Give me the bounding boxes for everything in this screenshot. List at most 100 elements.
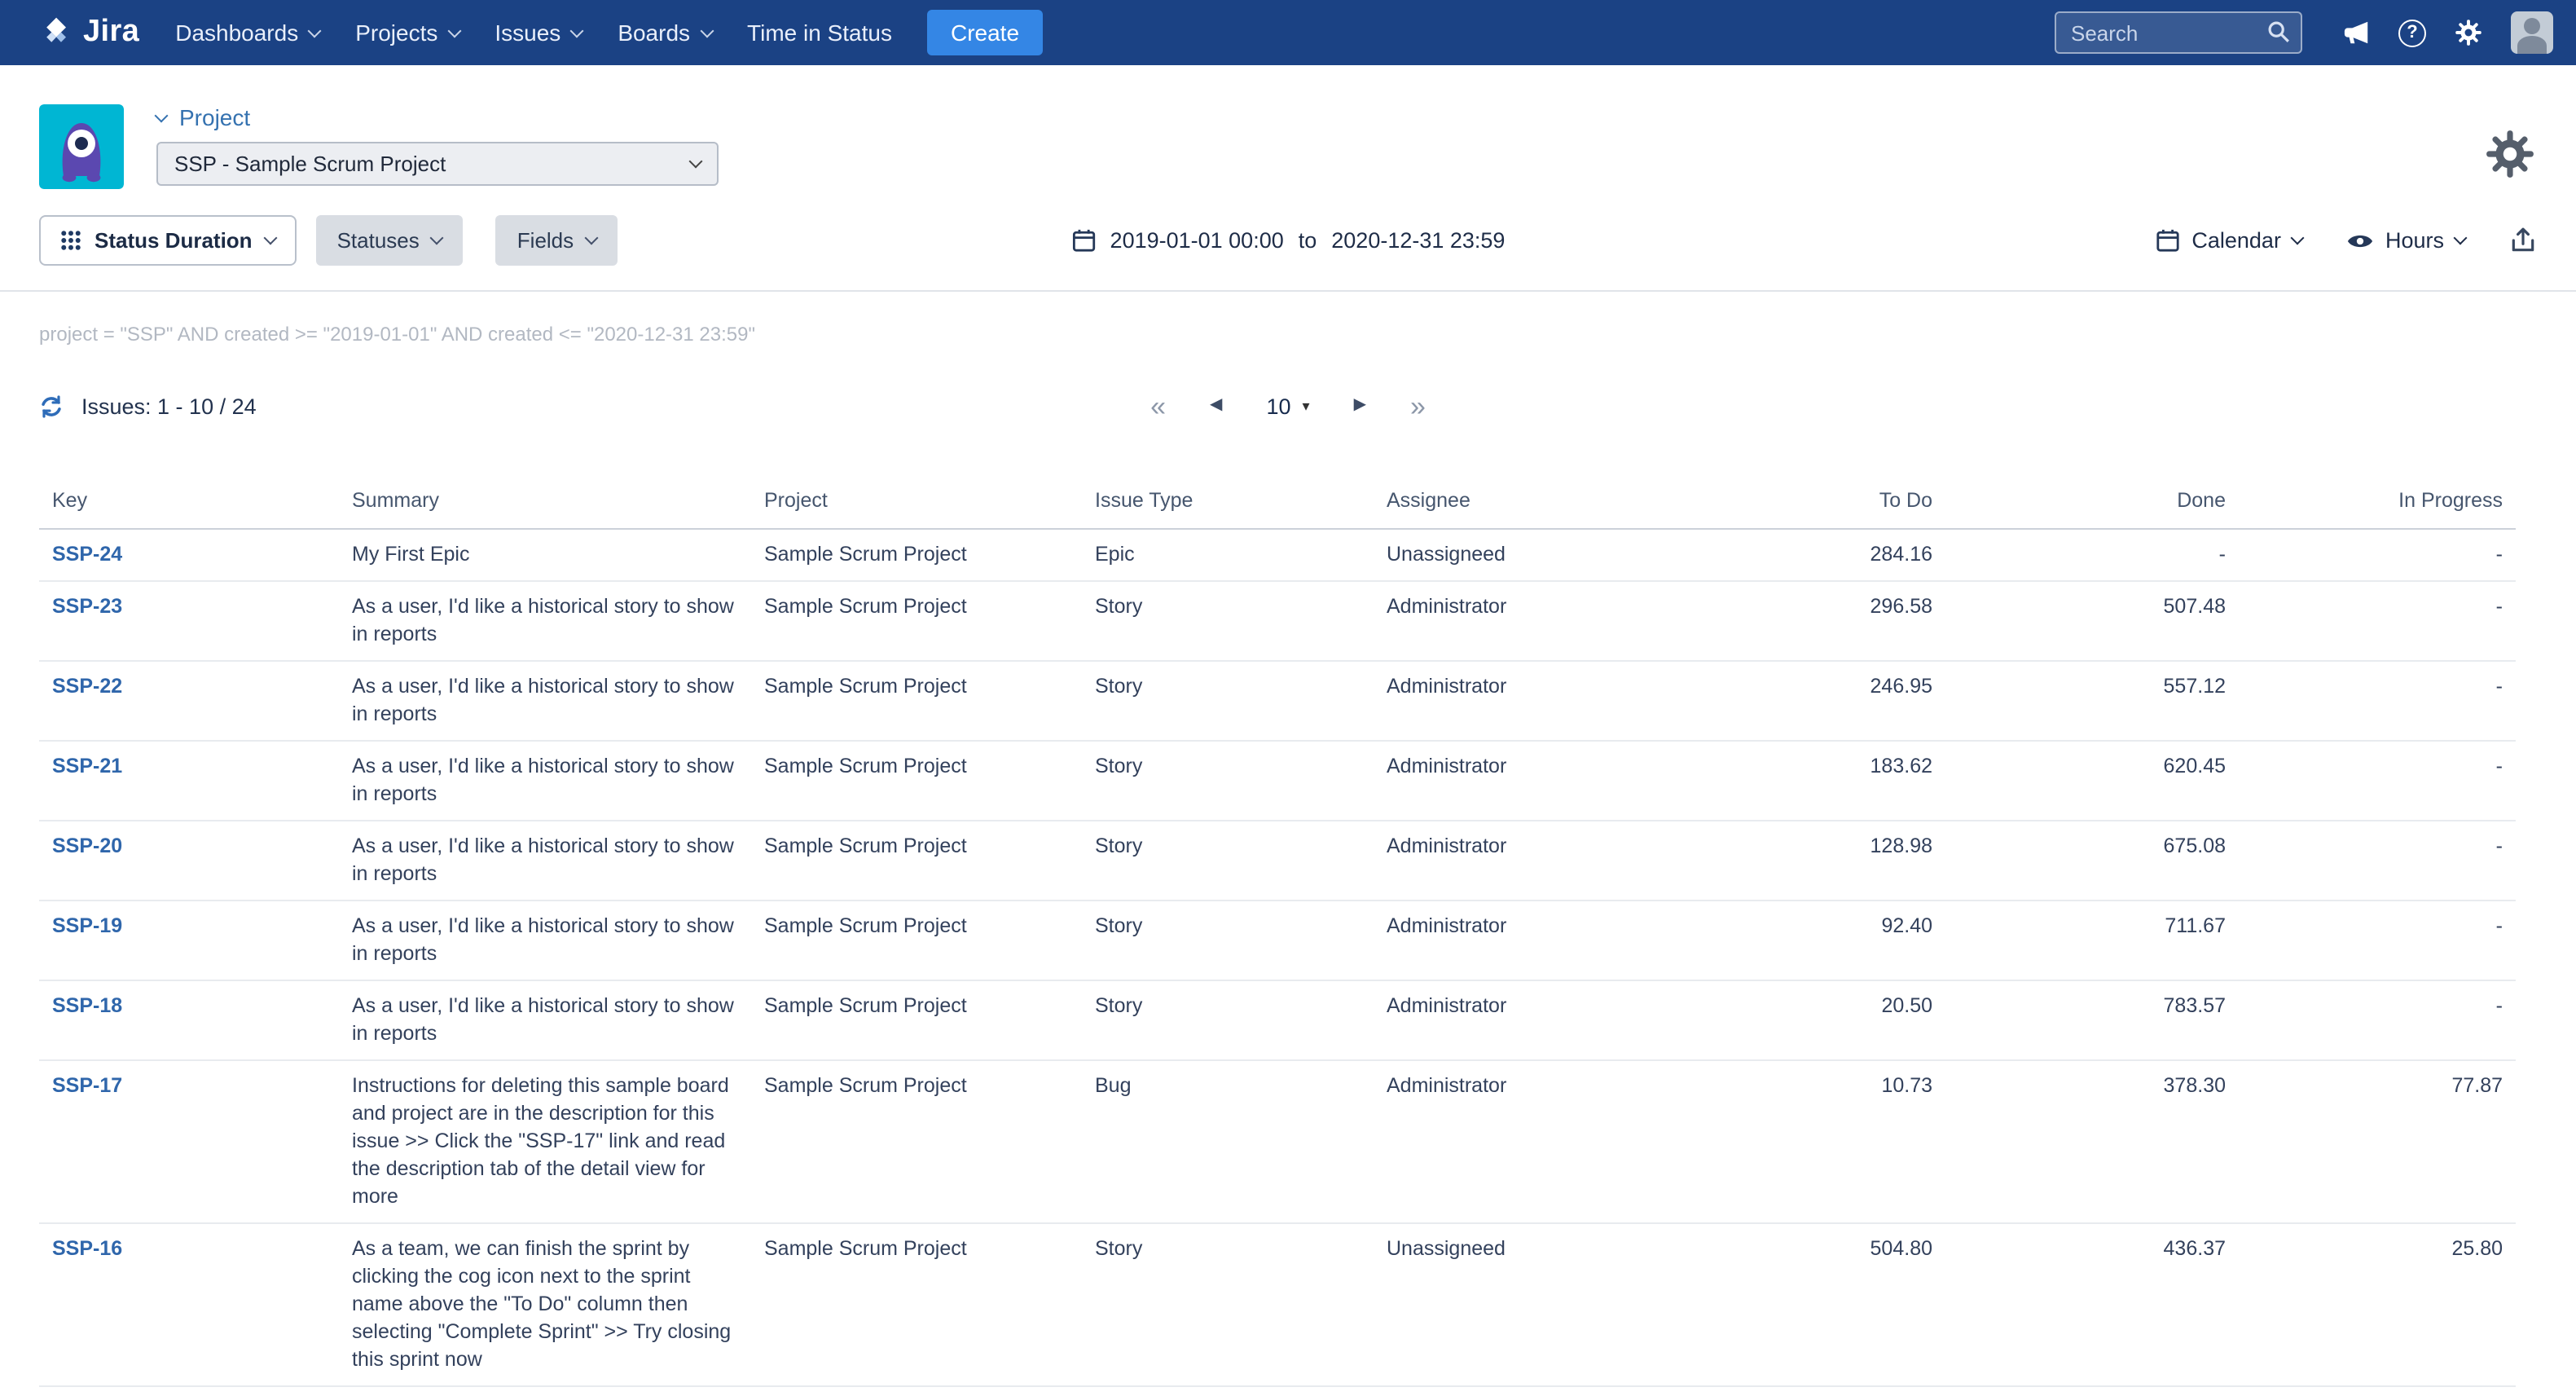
- cell-to-do: 128.98: [1685, 821, 1945, 901]
- cell-summary: As a user, I'd like a historical story t…: [339, 901, 751, 980]
- chevron-down-icon: [447, 24, 461, 37]
- project-header: Project SSP - Sample Scrum Project: [0, 65, 2576, 209]
- refresh-icon: [39, 394, 64, 418]
- hours-dropdown-label: Hours: [2385, 228, 2444, 253]
- project-select-value: SSP - Sample Scrum Project: [174, 152, 446, 176]
- cell-assignee: Unassigneed: [1374, 1223, 1685, 1386]
- project-section-label: Project: [179, 104, 250, 130]
- cell-summary: Instructions for deleting this sample bo…: [339, 1060, 751, 1223]
- cell-assignee: Administrator: [1374, 1060, 1685, 1223]
- issue-key-link[interactable]: SSP-17: [52, 1074, 122, 1097]
- results-bar: Issues: 1 - 10 / 24 « ◀ 10 ▾ ▶ »: [39, 381, 2537, 430]
- cell-assignee: Administrator: [1374, 980, 1685, 1060]
- cell-to-do: 284.16: [1685, 529, 1945, 581]
- cell-assignee: Administrator: [1374, 821, 1685, 901]
- cell-done: 436.37: [1945, 1223, 2239, 1386]
- date-separator: to: [1299, 228, 1317, 253]
- issue-key-link[interactable]: SSP-19: [52, 914, 122, 937]
- table-row: SSP-16 As a team, we can finish the spri…: [39, 1223, 2516, 1386]
- cell-to-do: 92.40: [1685, 901, 1945, 980]
- cell-issue-type: Story: [1082, 1223, 1374, 1386]
- cell-to-do: 504.80: [1685, 1223, 1945, 1386]
- fields-label: Fields: [517, 228, 574, 253]
- report-settings-gear-icon[interactable]: [2483, 127, 2537, 181]
- cell-summary: My First Epic: [339, 529, 751, 581]
- report-type-button[interactable]: Status Duration: [39, 215, 297, 266]
- issue-key-link[interactable]: SSP-21: [52, 755, 122, 777]
- table-row: SSP-19 As a user, I'd like a historical …: [39, 901, 2516, 980]
- nav-item-label: Projects: [355, 20, 437, 46]
- fields-button[interactable]: Fields: [496, 215, 618, 266]
- next-page-button[interactable]: ▶: [1354, 398, 1366, 414]
- jira-logo[interactable]: Jira: [39, 15, 139, 51]
- cell-summary: As a user, I'd like a historical story t…: [339, 661, 751, 741]
- issue-key-link[interactable]: SSP-16: [52, 1237, 122, 1260]
- date-range-picker[interactable]: 2019-01-01 00:00 to 2020-12-31 23:59: [1071, 228, 1506, 253]
- export-button[interactable]: [2509, 227, 2537, 254]
- column-header-assignee: Assignee: [1374, 473, 1685, 529]
- nav-item-projects[interactable]: Projects: [355, 20, 459, 46]
- cell-done: 507.48: [1945, 581, 2239, 661]
- previous-page-button[interactable]: ◀: [1210, 398, 1222, 414]
- column-header-done: Done: [1945, 473, 2239, 529]
- issues-table-head: Key Summary Project Issue Type Assignee …: [39, 473, 2516, 529]
- nav-item-issues[interactable]: Issues: [495, 20, 582, 46]
- hours-dropdown[interactable]: Hours: [2346, 228, 2465, 253]
- cell-done: 557.12: [1945, 661, 2239, 741]
- nav-right-controls: ?: [2055, 11, 2553, 54]
- cell-summary: As a user, I'd like a historical story t…: [339, 980, 751, 1060]
- cell-issue-type: Story: [1082, 581, 1374, 661]
- user-avatar[interactable]: [2511, 11, 2553, 54]
- table-row: SSP-20 As a user, I'd like a historical …: [39, 821, 2516, 901]
- cell-done: 711.67: [1945, 901, 2239, 980]
- table-row: SSP-21 As a user, I'd like a historical …: [39, 741, 2516, 821]
- project-select[interactable]: SSP - Sample Scrum Project: [156, 142, 719, 186]
- cell-issue-type: Bug: [1082, 1060, 1374, 1223]
- search-input[interactable]: [2055, 11, 2302, 54]
- main-menu: Dashboards Projects Issues Boards Time i…: [175, 20, 892, 46]
- project-avatar[interactable]: [39, 104, 124, 189]
- help-icon[interactable]: ?: [2398, 19, 2426, 46]
- nav-item-time-in-status[interactable]: Time in Status: [747, 20, 892, 46]
- nav-item-label: Dashboards: [175, 20, 298, 46]
- first-page-button[interactable]: «: [1150, 392, 1166, 420]
- cell-in-progress: 25.80: [2239, 1223, 2516, 1386]
- cell-issue-type: Epic: [1082, 529, 1374, 581]
- gear-icon[interactable]: [2454, 18, 2483, 47]
- issue-key-link[interactable]: SSP-18: [52, 994, 122, 1017]
- refresh-button[interactable]: [39, 394, 64, 418]
- issue-key-link[interactable]: SSP-22: [52, 675, 122, 698]
- page-size-select[interactable]: 10 ▾: [1266, 394, 1309, 418]
- eye-icon: [2346, 231, 2374, 250]
- table-row: SSP-24 My First Epic Sample Scrum Projec…: [39, 529, 2516, 581]
- cell-summary: As a team, we can finish the sprint by c…: [339, 1223, 751, 1386]
- chevron-down-icon: [570, 24, 584, 37]
- chevron-down-icon: [700, 24, 714, 37]
- calendar-dropdown-label: Calendar: [2191, 228, 2281, 253]
- cell-to-do: 10.73: [1685, 1060, 1945, 1223]
- cell-in-progress: -: [2239, 661, 2516, 741]
- statuses-button[interactable]: Statuses: [316, 215, 464, 266]
- calendar-dropdown[interactable]: Calendar: [2156, 228, 2302, 253]
- project-selector-group: Project SSP - Sample Scrum Project: [156, 104, 719, 186]
- cell-key: SSP-17: [39, 1060, 339, 1223]
- announcements-icon[interactable]: [2343, 20, 2371, 46]
- nav-item-boards[interactable]: Boards: [618, 20, 711, 46]
- column-header-issue-type: Issue Type: [1082, 473, 1374, 529]
- project-section-toggle[interactable]: Project: [156, 104, 719, 130]
- search-icon[interactable]: [2266, 20, 2291, 44]
- cell-project: Sample Scrum Project: [751, 661, 1082, 741]
- date-to-value: 2020-12-31 23:59: [1331, 228, 1505, 253]
- nav-item-dashboards[interactable]: Dashboards: [175, 20, 319, 46]
- cell-assignee: Unassigneed: [1374, 529, 1685, 581]
- cell-to-do: 183.62: [1685, 741, 1945, 821]
- last-page-button[interactable]: »: [1410, 392, 1426, 420]
- nav-item-label: Time in Status: [747, 20, 892, 46]
- issue-key-link[interactable]: SSP-24: [52, 543, 122, 566]
- create-button[interactable]: Create: [928, 10, 1042, 55]
- issue-key-link[interactable]: SSP-23: [52, 595, 122, 618]
- app-window: Jira Dashboards Projects Issues Boards T…: [0, 0, 2576, 1396]
- top-nav: Jira Dashboards Projects Issues Boards T…: [0, 0, 2576, 65]
- issue-key-link[interactable]: SSP-20: [52, 835, 122, 857]
- date-from-value: 2019-01-01 00:00: [1110, 228, 1284, 253]
